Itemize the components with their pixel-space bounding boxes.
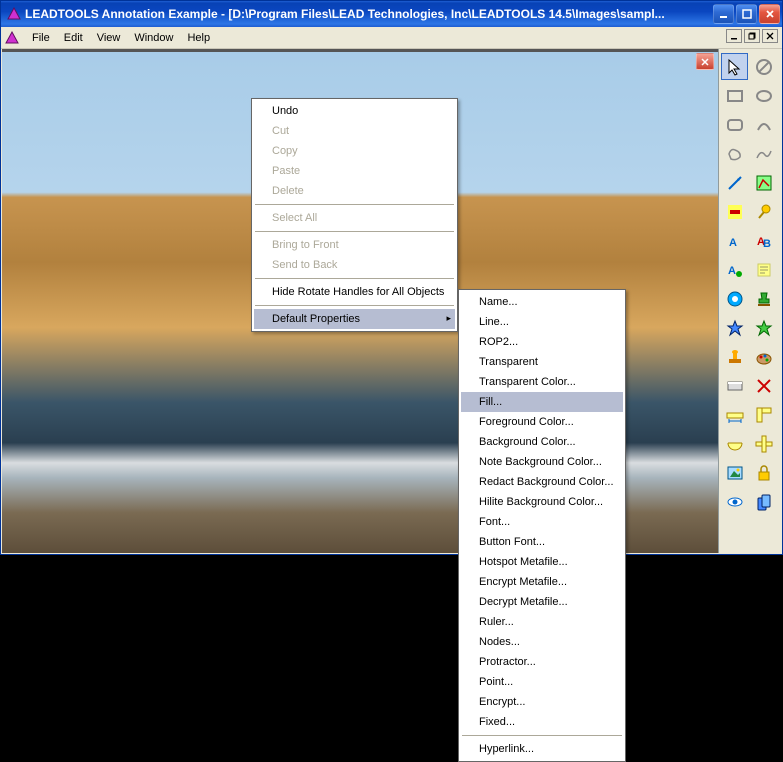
context-menu-sep (255, 204, 454, 205)
submenu-item[interactable]: Point... (461, 672, 623, 692)
point-green[interactable] (750, 314, 777, 341)
context-menu-sep (255, 305, 454, 306)
pushpin-tool[interactable] (750, 198, 777, 225)
textedit-tool[interactable]: AB (750, 227, 777, 254)
submenu-item[interactable]: Foreground Color... (461, 412, 623, 432)
submenu-item[interactable]: Nodes... (461, 632, 623, 652)
context-menu-item: Cut (254, 121, 455, 141)
submenu-item[interactable]: Transparent Color... (461, 372, 623, 392)
context-menu-item: Delete (254, 181, 455, 201)
svg-text:A: A (729, 237, 737, 249)
freehand-closed[interactable] (721, 140, 748, 167)
protractor-tool[interactable] (750, 401, 777, 428)
context-menu-item: Copy (254, 141, 455, 161)
submenu-item[interactable]: Fixed... (461, 712, 623, 732)
point-blue[interactable] (721, 314, 748, 341)
menubar: File Edit View Window Help (1, 27, 782, 49)
context-menu-item: Select All (254, 208, 455, 228)
select-tool[interactable] (721, 53, 748, 80)
submenu-item[interactable]: Protractor... (461, 652, 623, 672)
submenu-item[interactable]: Line... (461, 312, 623, 332)
line-tool[interactable] (721, 169, 748, 196)
polyruler-tool[interactable] (721, 430, 748, 457)
hilite-tool[interactable] (750, 169, 777, 196)
encrypt-tool[interactable] (750, 459, 777, 486)
mdi-restore-button[interactable] (744, 29, 760, 43)
svg-text:A: A (728, 265, 736, 277)
toolbox: A AB A (718, 49, 781, 553)
text-tool[interactable]: A (721, 227, 748, 254)
submenu-item[interactable]: Encrypt... (461, 692, 623, 712)
decrypt-tool[interactable] (750, 488, 777, 515)
submenu-item[interactable]: Encrypt Metafile... (461, 572, 623, 592)
context-menu-item: Send to Back (254, 255, 455, 275)
paint-tool[interactable] (750, 343, 777, 370)
submenu-item[interactable]: Ruler... (461, 612, 623, 632)
submenu-item[interactable]: Font... (461, 512, 623, 532)
submenu-item[interactable]: Hotspot Metafile... (461, 552, 623, 572)
redact-tool[interactable] (721, 198, 748, 225)
mdi-minimize-button[interactable] (726, 29, 742, 43)
menu-view[interactable]: View (90, 29, 128, 47)
titlebar[interactable]: LEADTOOLS Annotation Example - [D:\Progr… (1, 1, 782, 27)
default-properties-submenu: Name...Line...ROP2...TransparentTranspar… (458, 289, 626, 762)
ruler-tool[interactable] (721, 401, 748, 428)
submenu-item[interactable]: Note Background Color... (461, 452, 623, 472)
crossruler-tool[interactable] (750, 430, 777, 457)
maximize-button[interactable] (736, 4, 757, 24)
submenu-item[interactable]: ROP2... (461, 332, 623, 352)
hotspot-tool[interactable] (721, 285, 748, 312)
svg-text:B: B (763, 238, 771, 250)
context-menu-sep (255, 278, 454, 279)
stamp-tool[interactable] (750, 285, 777, 312)
crossproduct-tool[interactable] (750, 372, 777, 399)
mdi-icon (5, 31, 19, 45)
close-button[interactable] (759, 4, 780, 24)
mdi-close-button[interactable] (762, 29, 778, 43)
context-menu-item: Paste (254, 161, 455, 181)
freehand-open[interactable] (750, 140, 777, 167)
context-menu-item: Bring to Front (254, 235, 455, 255)
submenu-item[interactable]: Hilite Background Color... (461, 492, 623, 512)
nodraw-tool[interactable] (750, 53, 777, 80)
submenu-item[interactable]: Fill... (461, 392, 623, 412)
eye-tool[interactable] (721, 488, 748, 515)
context-menu-sep (255, 231, 454, 232)
arc-tool[interactable] (750, 111, 777, 138)
submenu-item[interactable]: Name... (461, 292, 623, 312)
oval-tool[interactable] (750, 82, 777, 109)
menu-file[interactable]: File (25, 29, 57, 47)
rubber-stamp[interactable] (721, 343, 748, 370)
submenu-item[interactable]: Button Font... (461, 532, 623, 552)
context-menu-item[interactable]: Default Properties (254, 309, 455, 329)
menu-help[interactable]: Help (180, 29, 217, 47)
submenu-item[interactable]: Hyperlink... (461, 739, 623, 759)
window-title: LEADTOOLS Annotation Example - [D:\Progr… (25, 7, 713, 21)
menu-window[interactable]: Window (127, 29, 180, 47)
rect-tool[interactable] (721, 82, 748, 109)
submenu-sep (462, 735, 622, 736)
submenu-item[interactable]: Transparent (461, 352, 623, 372)
context-menu: UndoCutCopyPasteDelete Select All Bring to… (251, 98, 458, 332)
submenu-item[interactable]: Decrypt Metafile... (461, 592, 623, 612)
document-close-button[interactable] (696, 53, 714, 70)
roundrect-tool[interactable] (721, 111, 748, 138)
textpointer-tool[interactable]: A (721, 256, 748, 283)
context-menu-item[interactable]: Hide Rotate Handles for All Objects (254, 282, 455, 302)
submenu-item[interactable]: Background Color... (461, 432, 623, 452)
menu-edit[interactable]: Edit (57, 29, 90, 47)
submenu-item[interactable]: Redact Background Color... (461, 472, 623, 492)
minimize-button[interactable] (713, 4, 734, 24)
context-menu-item[interactable]: Undo (254, 101, 455, 121)
image-tool[interactable] (721, 459, 748, 486)
note-tool[interactable] (750, 256, 777, 283)
app-icon (7, 7, 21, 21)
button-tool[interactable] (721, 372, 748, 399)
